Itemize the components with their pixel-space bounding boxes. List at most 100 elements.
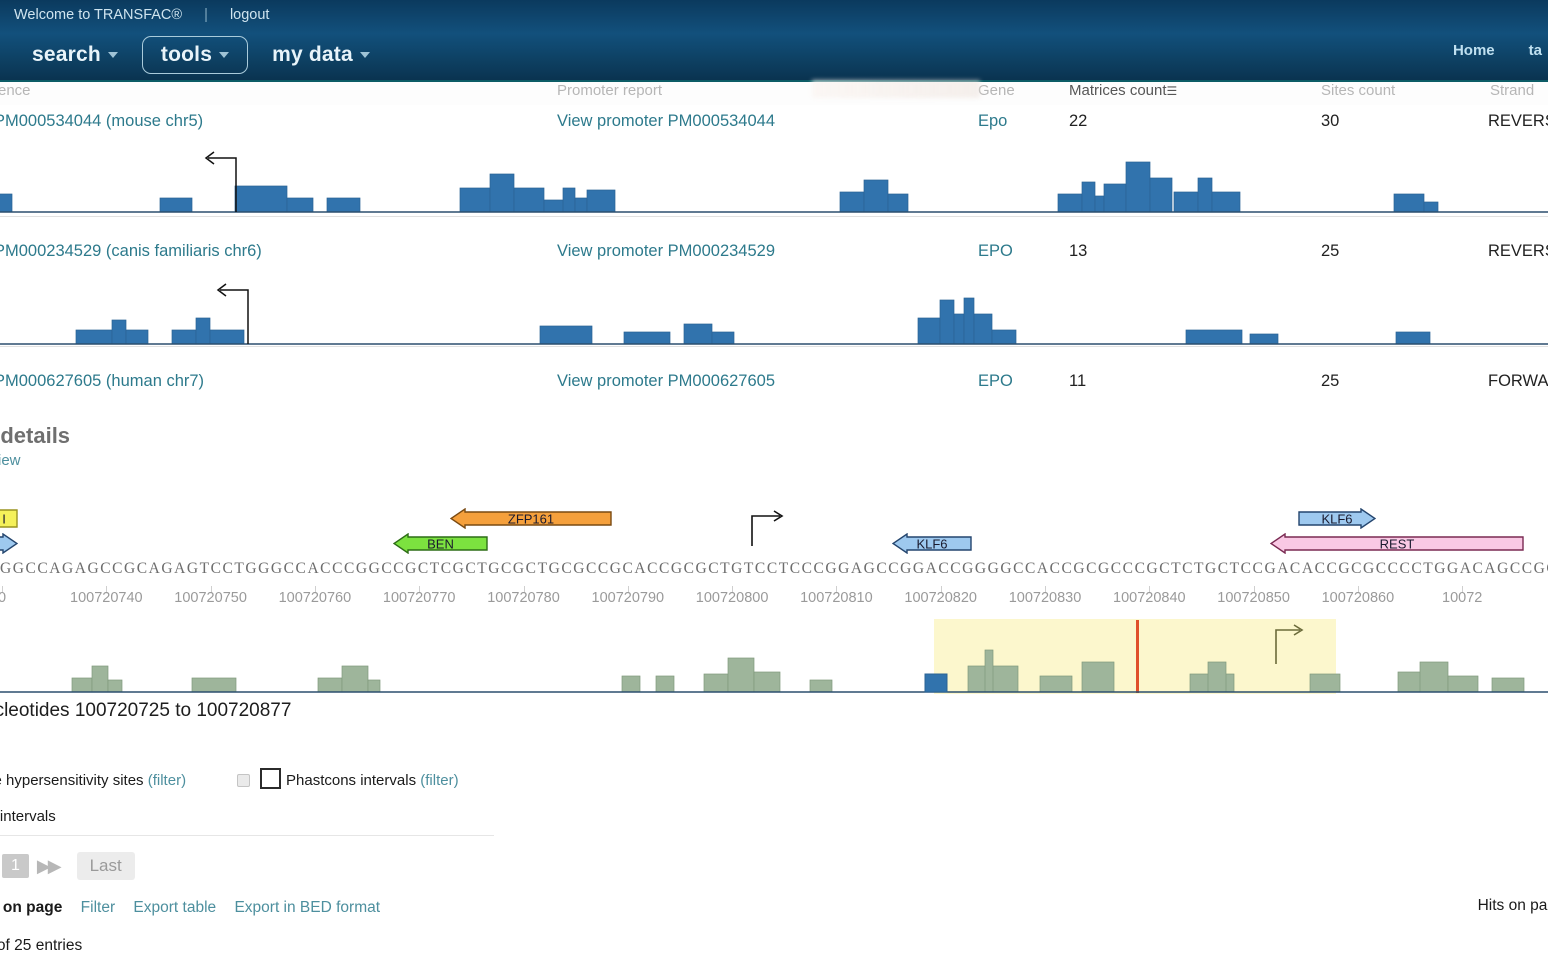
ruler-label: 100720820 <box>904 590 977 606</box>
welcome-row: Welcome to TRANSFAC® | logout <box>14 7 269 23</box>
top-navigation-bar: Welcome to TRANSFAC® | logout search too… <box>0 0 1548 82</box>
promoter-density-track <box>0 272 1548 348</box>
entries-count: 5 of 25 entries <box>0 937 83 954</box>
ruler-label: 100720850 <box>1217 590 1290 606</box>
column-header-sequence[interactable]: ence <box>0 82 31 99</box>
pagination-control: 1 ▶▶ Last <box>2 852 135 880</box>
header-right-links: Home ta <box>1453 42 1548 59</box>
dnase-filter-row: se hypersensitivity sites (filter) <box>0 772 186 789</box>
gene-feature-unnamed[interactable] <box>0 533 18 554</box>
row-sequence-link[interactable]: PM000534044 (mouse chr5) <box>0 112 203 131</box>
chevron-down-icon <box>219 52 230 58</box>
phastcons-checkbox[interactable] <box>260 768 281 789</box>
gene-feature-rest[interactable]: REST <box>1270 533 1524 554</box>
row-promoter-link[interactable]: View promoter PM000534044 <box>557 112 775 131</box>
column-header-promoter-report[interactable]: Promoter report <box>557 82 662 99</box>
ruler-label: 100720740 <box>70 590 143 606</box>
chevron-down-icon <box>107 52 118 58</box>
hits-on-page-label: Hits on pag <box>1477 897 1548 914</box>
row-sequence-link[interactable]: PM000234529 (canis familiaris chr6) <box>0 242 262 261</box>
export-table-link[interactable]: Export table <box>133 899 216 916</box>
snp-intervals-row[interactable]: P intervals <box>0 808 56 825</box>
ruler-label: 100720860 <box>1321 590 1395 606</box>
nucleotide-range-text: ucleotides 100720725 to 100720877 <box>0 700 292 721</box>
promoter-density-track <box>0 140 1548 216</box>
ruler-label: 100720810 <box>800 590 873 606</box>
row-divider <box>0 216 1548 217</box>
column-header-gene[interactable]: Gene <box>978 82 1015 99</box>
obscured-header-region <box>812 80 980 98</box>
export-bed-link[interactable]: Export in BED format <box>234 899 380 916</box>
welcome-separator: | <box>204 7 208 23</box>
row-strand: REVERS <box>1488 112 1548 130</box>
page-number-1[interactable]: 1 <box>2 854 29 878</box>
dnase-filter-link[interactable]: (filter) <box>148 772 186 789</box>
snp-intervals-label: P intervals <box>0 808 56 825</box>
row-gene[interactable]: EPO <box>978 242 1013 261</box>
row-promoter-link[interactable]: View promoter PM000627605 <box>557 372 775 391</box>
sort-indicator-icon: ☰ <box>1166 84 1178 98</box>
gene-feature-ben[interactable]: BEN <box>393 533 488 554</box>
column-header-strand[interactable]: Strand <box>1490 82 1534 99</box>
menu-tools[interactable]: tools <box>141 36 249 74</box>
home-link[interactable]: Home <box>1453 42 1495 59</box>
gene-feature-i[interactable]: I <box>0 508 18 529</box>
dna-sequence: GGCCAGAGCCGCAGAGTCCTGGGCCACCCGGCCGCTCGCT… <box>0 560 1548 577</box>
row-gene[interactable]: EPO <box>978 372 1013 391</box>
ruler-label: 100720780 <box>487 590 560 606</box>
gene-feature-zfp161[interactable]: ZFP161 <box>450 508 612 529</box>
ruler-label: 100720840 <box>1113 590 1186 606</box>
row-strand: FORWA <box>1488 372 1548 390</box>
detail-density-track <box>0 620 1548 696</box>
row-sites-count: 25 <box>1321 242 1340 260</box>
logout-link[interactable]: logout <box>230 7 270 23</box>
row-gene[interactable]: Epo <box>978 112 1007 131</box>
chevron-down-icon <box>359 52 370 58</box>
row-sequence-link[interactable]: PM000627605 (human chr7) <box>0 372 204 391</box>
phastcons-filter-link[interactable]: (filter) <box>420 772 458 789</box>
details-section-title: e details <box>0 423 71 448</box>
ruler-label: 10072 <box>1442 590 1483 606</box>
feature-arrow-shape <box>0 533 18 554</box>
welcome-text: Welcome to TRANSFAC® <box>14 7 183 23</box>
feature-arrow-shape <box>450 508 612 529</box>
menu-search-label: search <box>32 43 101 66</box>
last-page-button[interactable]: Last <box>76 852 135 880</box>
page-root: Welcome to TRANSFAC® | logout search too… <box>0 0 1548 968</box>
feature-arrow-shape <box>0 509 18 528</box>
table-link-truncated[interactable]: ta <box>1529 42 1542 59</box>
column-header-sites-count[interactable]: Sites count <box>1321 82 1395 99</box>
ruler-label: 100720830 <box>1008 590 1082 606</box>
table-action-links: ll on page Filter Export table Export in… <box>0 899 394 917</box>
phastcons-filter-row: Phastcons intervals (filter) <box>286 772 459 789</box>
results-table-header: ence Promoter report Gene Matrices count… <box>0 82 1548 105</box>
ruler-label: 100720770 <box>382 590 456 606</box>
row-matrices-count: 11 <box>1069 372 1087 390</box>
dnase-label: se hypersensitivity sites <box>0 772 144 789</box>
main-menu: search tools my data <box>18 36 384 74</box>
tss-arrow-icon <box>1275 624 1304 664</box>
row-divider <box>0 346 1548 347</box>
row-matrices-count: 13 <box>1069 242 1088 260</box>
details-view-link[interactable]: e view <box>0 452 21 469</box>
menu-my-data[interactable]: my data <box>258 36 384 74</box>
phastcons-label: Phastcons intervals <box>286 772 417 789</box>
tss-arrow-icon <box>751 510 784 546</box>
menu-my-data-label: my data <box>272 43 353 66</box>
next-page-icon[interactable]: ▶▶ <box>37 856 62 877</box>
feature-arrow-shape <box>393 533 488 554</box>
row-sites-count: 25 <box>1321 372 1340 390</box>
gene-feature-klf6[interactable]: KLF6 <box>1298 508 1376 529</box>
feature-arrow-shape <box>1270 533 1524 554</box>
row-sites-count: 30 <box>1321 112 1340 130</box>
ruler-label: 100720750 <box>174 590 247 606</box>
column-header-matrices-count[interactable]: Matrices count☰ <box>1069 82 1177 99</box>
dnase-checkbox[interactable] <box>237 774 250 787</box>
row-promoter-link[interactable]: View promoter PM000234529 <box>557 242 775 261</box>
gene-feature-klf6[interactable]: KLF6 <box>892 533 972 554</box>
filter-link[interactable]: Filter <box>81 899 115 916</box>
select-all-on-page-link[interactable]: ll on page <box>0 899 62 916</box>
ruler-label: 100720800 <box>695 590 769 606</box>
column-header-matrices-count-label: Matrices count <box>1069 82 1167 99</box>
menu-search[interactable]: search <box>18 36 132 74</box>
